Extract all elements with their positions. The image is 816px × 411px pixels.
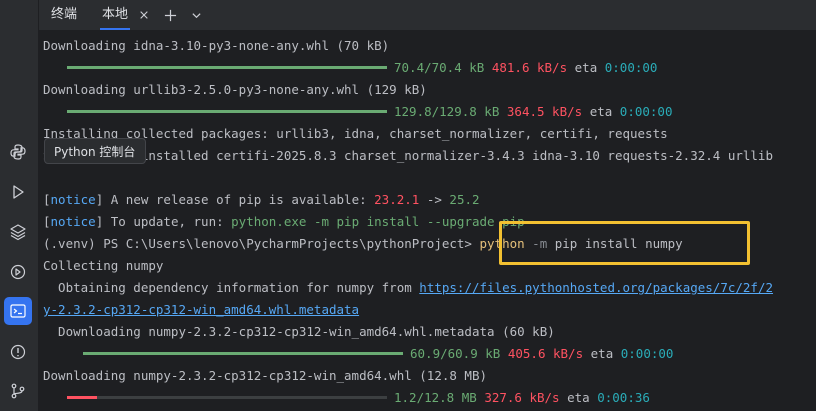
progress-bar-numpy-metadata — [83, 352, 403, 355]
new-tab-button[interactable] — [160, 5, 180, 25]
progress-line: 70.4/70.4 kB 481.6 kB/s eta 0:00:00 — [394, 60, 658, 75]
layers-icon — [10, 224, 26, 241]
git-branch-icon — [11, 383, 25, 399]
terminal-button[interactable] — [4, 297, 32, 325]
tab-terminal-label: 终端 — [51, 7, 78, 22]
chevron-down-icon — [191, 12, 201, 18]
git-button[interactable] — [4, 377, 32, 405]
python-console-button[interactable] — [4, 138, 32, 166]
close-icon — [140, 11, 148, 19]
output-line: Downloading idna-3.10-py3-none-any.whl (… — [43, 38, 390, 53]
output-line: Successfully installed certifi-2025.8.3 … — [43, 148, 773, 163]
progress-track-numpy — [67, 396, 387, 399]
output-line: Collecting numpy — [43, 258, 164, 273]
output-line: Downloading numpy-2.3.2-cp312-cp312-win_… — [43, 368, 488, 383]
close-tab-button[interactable] — [134, 5, 154, 25]
problems-button[interactable] — [4, 338, 32, 366]
command-highlight-box — [499, 221, 750, 265]
tab-local[interactable]: 本地 — [99, 0, 131, 30]
services-icon — [10, 264, 26, 280]
progress-bar-numpy — [67, 396, 97, 399]
package-url-link-cont[interactable]: y-2.3.2-cp312-cp312-win_amd64.whl.metada… — [43, 302, 359, 317]
run-button[interactable] — [4, 178, 32, 206]
tab-options-button[interactable] — [186, 5, 206, 25]
progress-line: 129.8/129.8 kB 364.5 kB/s eta 0:00:00 — [394, 104, 673, 119]
terminal-tab-bar: 终端 本地 — [39, 0, 816, 30]
progress-line: 60.9/60.9 kB 405.6 kB/s eta 0:00:00 — [410, 346, 674, 361]
output-line: Downloading urllib3-2.5.0-py3-none-any.w… — [43, 82, 427, 97]
layers-button[interactable] — [4, 218, 32, 246]
output-line: Downloading numpy-2.3.2-cp312-cp312-win_… — [43, 324, 555, 339]
notice-line: [notice] A new release of pip is availab… — [43, 192, 480, 207]
services-button[interactable] — [4, 258, 32, 286]
run-icon — [13, 185, 24, 199]
package-url-link[interactable]: https://files.pythonhosted.org/packages/… — [419, 280, 773, 295]
plus-icon — [164, 9, 176, 21]
notice-line: [notice] To update, run: python.exe -m p… — [43, 214, 525, 229]
output-line: Obtaining dependency information for num… — [43, 280, 774, 295]
tool-window-bar — [0, 0, 39, 411]
python-console-tooltip: Python 控制台 — [44, 138, 146, 164]
progress-line: 1.2/12.8 MB 327.6 kB/s eta 0:00:36 — [394, 390, 650, 405]
problems-icon — [10, 344, 26, 360]
output-line: y-2.3.2-cp312-cp312-win_amd64.whl.metada… — [43, 301, 359, 319]
terminal-icon — [10, 304, 26, 318]
progress-bar-urllib3 — [67, 110, 387, 113]
python-console-icon — [10, 144, 26, 160]
progress-bar-idna — [67, 66, 387, 69]
